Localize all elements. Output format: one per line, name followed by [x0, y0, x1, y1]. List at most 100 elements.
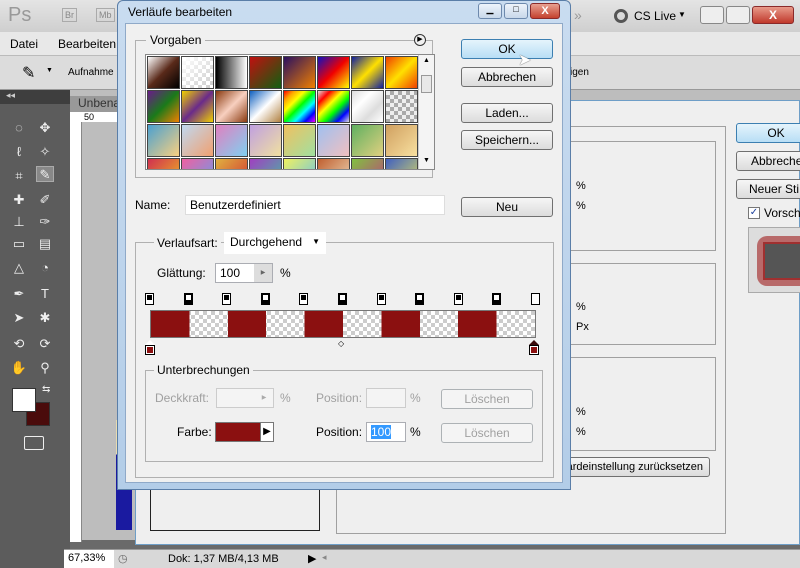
scroll-down-icon[interactable]: ▼	[423, 157, 430, 164]
opacity-stop[interactable]	[299, 293, 309, 305]
gradient-preset-swatch[interactable]	[283, 90, 316, 123]
opacity-stop[interactable]	[183, 293, 193, 305]
3d-rotate-icon[interactable]: ⟲	[10, 336, 28, 352]
gradient-preset-swatch[interactable]	[181, 56, 214, 89]
color-stop-start[interactable]	[145, 340, 156, 356]
gradient-preset-swatch[interactable]	[351, 56, 384, 89]
layer-style-cancel-button[interactable]: Abbrechen	[736, 151, 800, 171]
gradient-preset-swatch[interactable]	[283, 124, 316, 157]
gradient-preset-swatch[interactable]	[147, 124, 180, 157]
gradient-preset-swatch[interactable]	[181, 158, 214, 169]
color-position-input[interactable]: 100	[366, 422, 406, 442]
dialog-minimize-button[interactable]: ▁	[478, 3, 502, 19]
gradient-preset-swatch[interactable]	[147, 90, 180, 123]
quick-mask-icon[interactable]	[24, 436, 44, 450]
gradient-preset-swatch[interactable]	[385, 56, 418, 89]
minimize-button[interactable]	[700, 6, 724, 24]
opacity-stop[interactable]	[492, 293, 502, 305]
new-style-button[interactable]: Neuer Sti	[736, 179, 800, 199]
stamp-tool-icon[interactable]: ⊥	[10, 214, 28, 230]
gradient-preset-swatch[interactable]	[351, 158, 384, 169]
cancel-button[interactable]: Abbrechen	[461, 67, 553, 87]
gradient-preset-swatch[interactable]	[283, 158, 316, 169]
close-button[interactable]: X	[752, 6, 794, 24]
swap-colors-icon[interactable]: ⇆	[42, 384, 50, 395]
name-input[interactable]: Benutzerdefiniert	[185, 195, 445, 215]
lasso-tool-icon[interactable]: ℓ	[10, 144, 28, 160]
more-icon[interactable]: »	[574, 7, 582, 23]
dialog-close-button[interactable]: X	[530, 3, 560, 19]
gradient-tool-icon[interactable]: ▤	[36, 236, 54, 252]
type-tool-icon[interactable]: T	[36, 286, 54, 302]
gradient-preset-swatch[interactable]	[317, 56, 350, 89]
gradient-preset-swatch[interactable]	[249, 124, 282, 157]
opacity-stop[interactable]	[531, 293, 540, 305]
gradient-preset-swatch[interactable]	[249, 158, 282, 169]
new-button[interactable]: Neu	[461, 197, 553, 217]
gradient-preset-swatch[interactable]	[351, 90, 384, 123]
dialog-maximize-button[interactable]: □	[504, 3, 528, 19]
foreground-color-swatch[interactable]	[12, 388, 36, 412]
magic-wand-tool-icon[interactable]: ✧	[36, 144, 54, 160]
gradient-preset-swatch[interactable]	[317, 158, 350, 169]
gradient-preset-swatch[interactable]	[317, 124, 350, 157]
gradient-bar[interactable]	[150, 310, 536, 338]
gradient-preset-swatch[interactable]	[215, 158, 248, 169]
pen-tool-icon[interactable]: ✒	[10, 286, 28, 302]
opacity-stop[interactable]	[453, 293, 463, 305]
smoothness-input[interactable]: 100 ▶	[215, 263, 273, 283]
gradient-preset-swatch[interactable]	[215, 56, 248, 89]
panel-collapse-icon[interactable]: ◂◂	[0, 90, 70, 104]
gradient-preset-swatch[interactable]	[249, 90, 282, 123]
bridge-button[interactable]: Br	[62, 8, 77, 22]
gradient-preset-swatch[interactable]	[181, 90, 214, 123]
zoom-level[interactable]: 67,33%	[64, 550, 114, 568]
restore-button[interactable]	[726, 6, 750, 24]
ok-button[interactable]: OK	[461, 39, 553, 59]
opacity-stop[interactable]	[338, 293, 347, 305]
color-menu-arrow-icon[interactable]: ▶	[260, 422, 274, 442]
color-stop-end-selected[interactable]	[529, 340, 540, 356]
status-menu-arrow-icon[interactable]: ▶	[308, 552, 316, 565]
scroll-up-icon[interactable]: ▲	[423, 57, 430, 64]
gradient-preset-swatch[interactable]	[317, 90, 350, 123]
blur-tool-icon[interactable]: △	[10, 260, 28, 276]
zoom-tool-icon[interactable]: ⚲	[36, 360, 54, 376]
shape-tool-icon[interactable]: ✱	[36, 310, 54, 326]
gradient-preset-swatch[interactable]	[249, 56, 282, 89]
eyedropper-tool-icon[interactable]: ✎	[36, 166, 54, 182]
midpoint-diamond-icon[interactable]: ◇	[338, 339, 344, 348]
3d-orbit-icon[interactable]: ⟳	[36, 336, 54, 352]
tool-preset-chevron-icon[interactable]: ▼	[46, 67, 53, 74]
gradient-preset-swatch[interactable]	[351, 124, 384, 157]
opacity-stop[interactable]	[222, 293, 232, 305]
load-button[interactable]: Laden...	[461, 103, 553, 123]
dodge-tool-icon[interactable]: ◔	[36, 260, 54, 276]
gradient-preset-swatch[interactable]	[215, 90, 248, 123]
scroll-thumb[interactable]	[421, 75, 432, 93]
gradient-type-select[interactable]: Durchgehend ▼	[224, 232, 326, 254]
opacity-stop[interactable]	[145, 293, 154, 305]
gradient-preset-swatch[interactable]	[181, 124, 214, 157]
opacity-stop[interactable]	[415, 293, 425, 305]
smoothness-slider-arrow-icon[interactable]: ▶	[254, 264, 272, 282]
move-tool-icon[interactable]: ✥	[36, 120, 54, 136]
gradient-preset-swatch[interactable]	[385, 90, 418, 123]
history-brush-icon[interactable]: ✑	[36, 214, 54, 230]
gradient-preset-swatch[interactable]	[385, 158, 418, 169]
layer-style-ok-button[interactable]: OK	[736, 123, 800, 143]
healing-tool-icon[interactable]: ✚	[10, 192, 28, 208]
status-icon[interactable]: ◷	[118, 552, 128, 565]
presets-scrollbar[interactable]: ▲ ▼	[418, 55, 434, 169]
horizontal-scrollbar[interactable]: ◂	[322, 552, 522, 566]
save-button[interactable]: Speichern...	[461, 130, 553, 150]
menu-datei[interactable]: Datei	[10, 37, 38, 51]
marquee-tool-icon[interactable]: ◌	[10, 120, 28, 136]
opacity-stop[interactable]	[260, 293, 270, 305]
hand-tool-icon[interactable]: ✋	[10, 360, 28, 376]
crop-tool-icon[interactable]: ⌗	[10, 168, 28, 184]
opacity-stop[interactable]	[376, 293, 386, 305]
presets-menu-icon[interactable]: ▶	[414, 34, 426, 46]
gradient-preset-swatch[interactable]	[147, 56, 180, 89]
brush-tool-icon[interactable]: ✐	[36, 192, 54, 208]
